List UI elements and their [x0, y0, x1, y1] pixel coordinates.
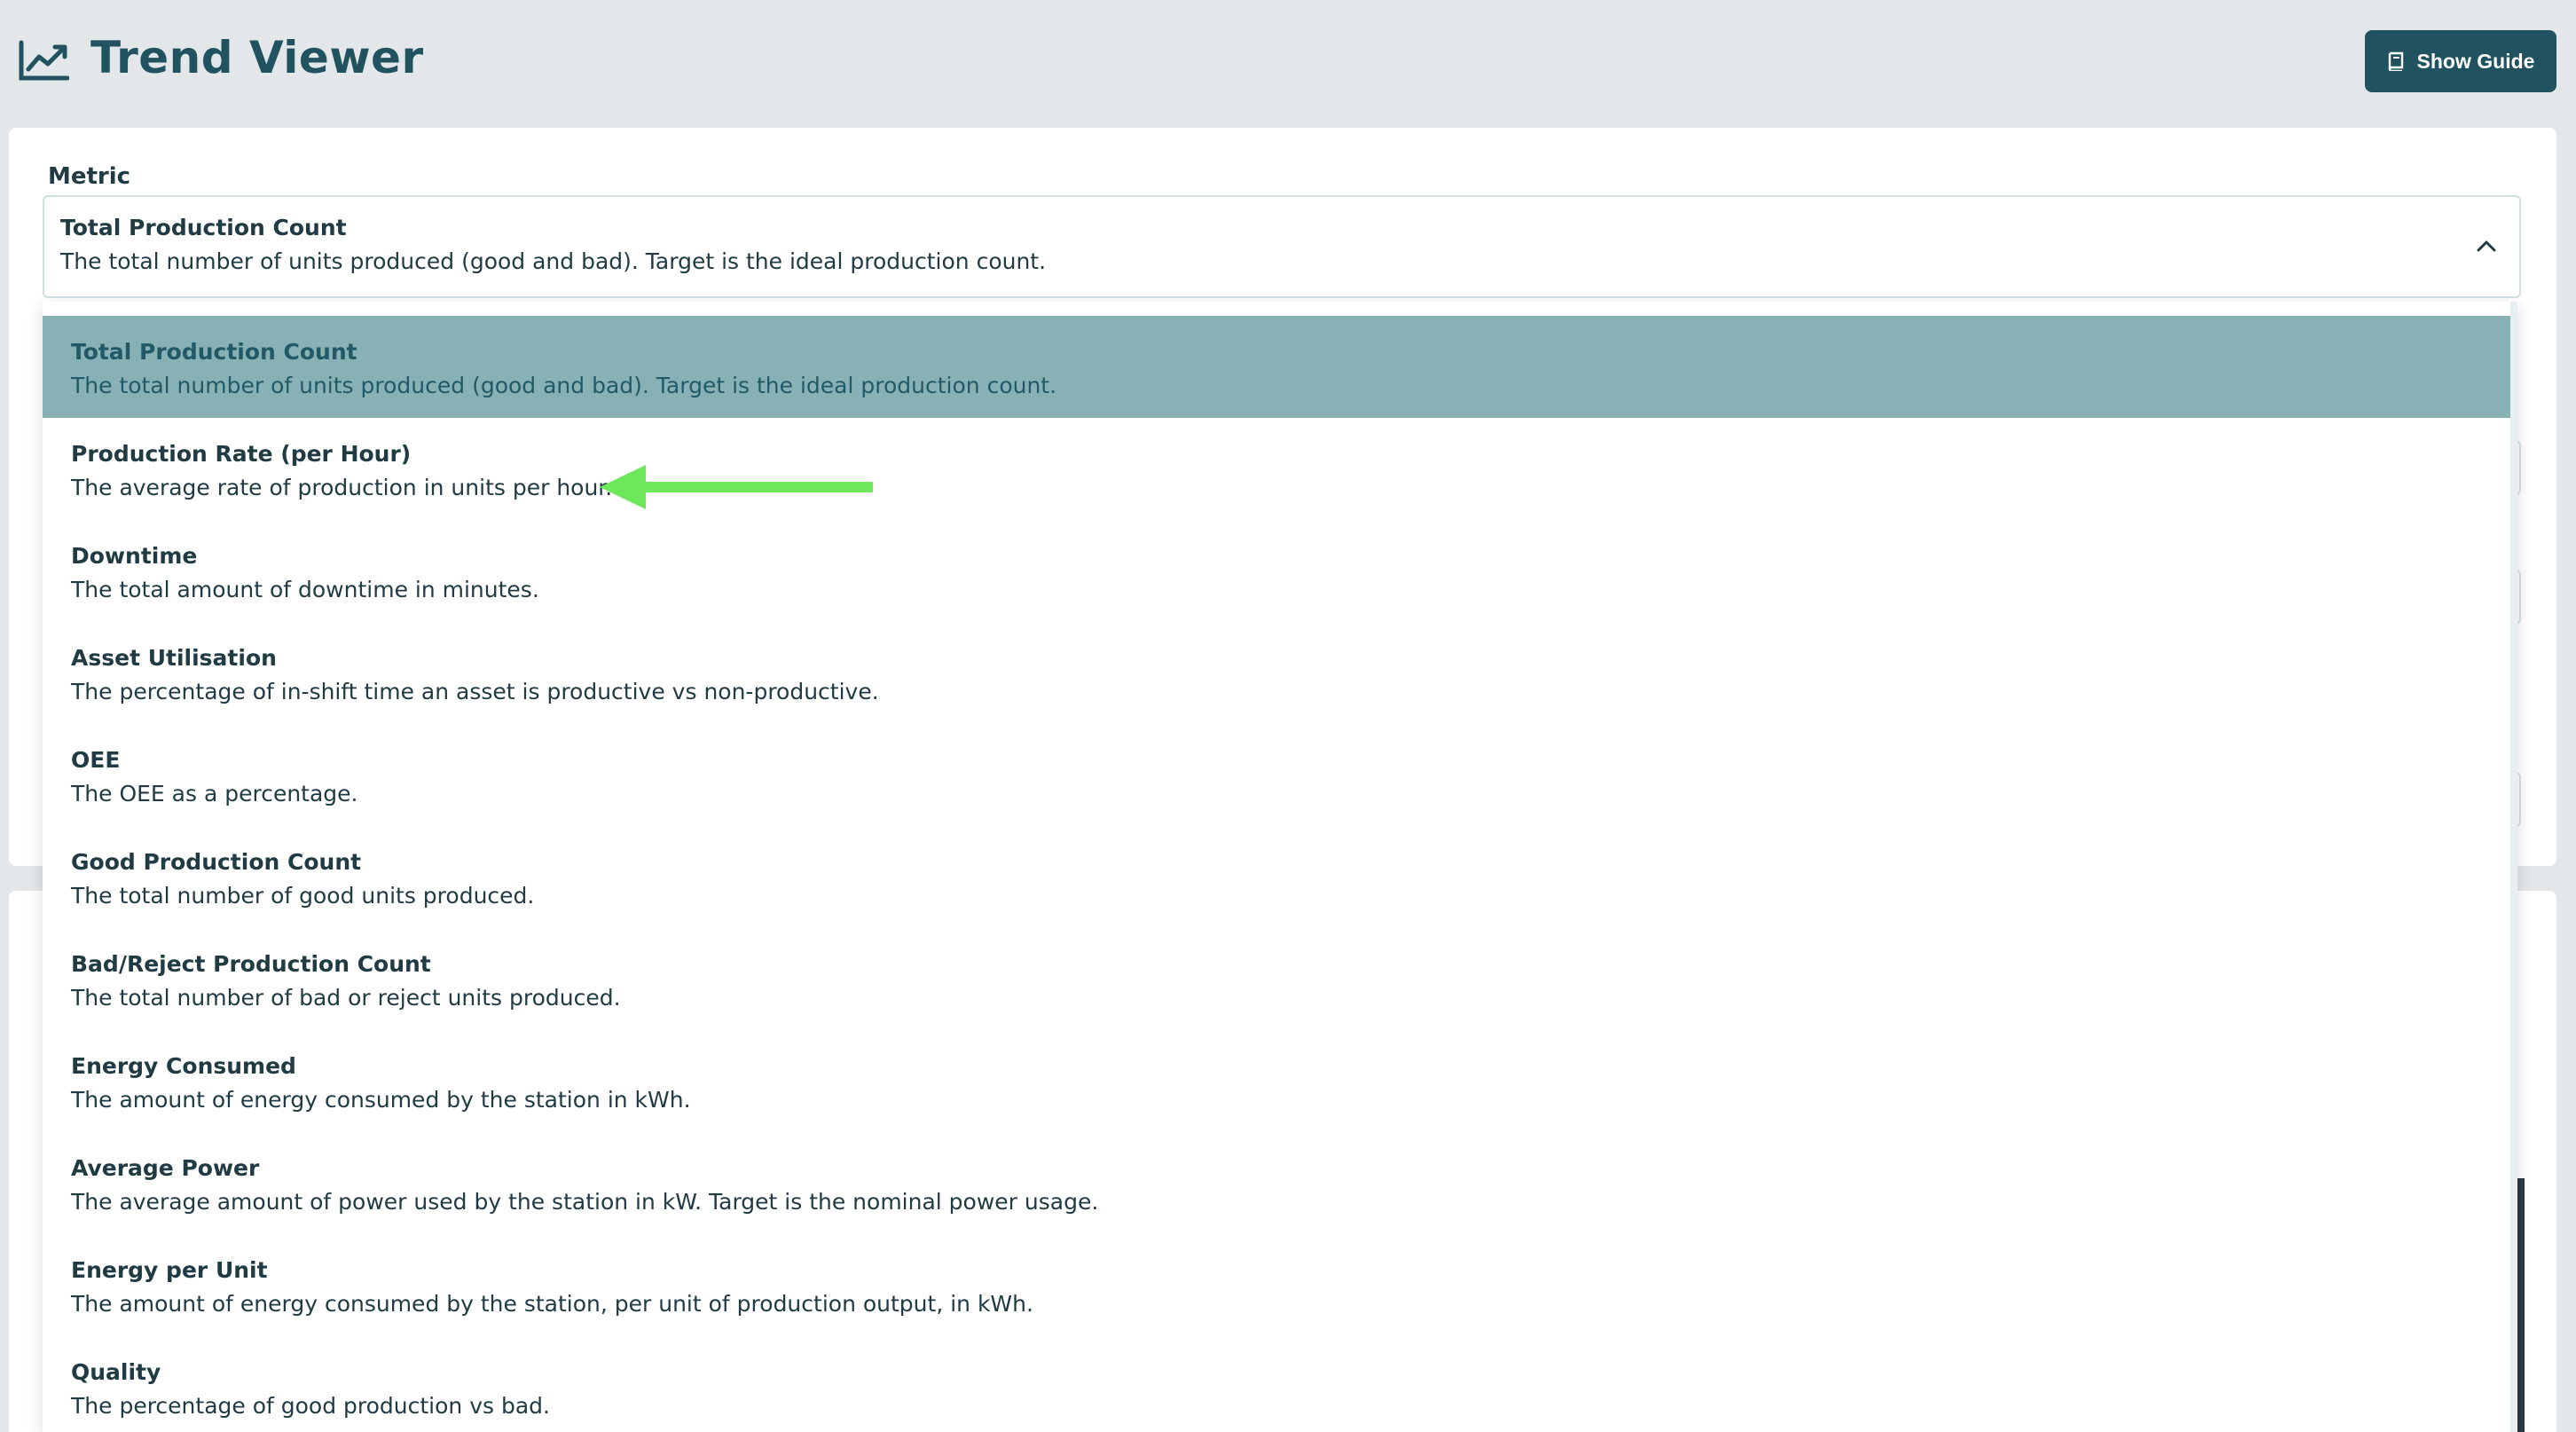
option-description: The amount of energy consumed by the sta…: [71, 1087, 691, 1113]
metric-dropdown-list: Total Production Count The total number …: [43, 302, 2517, 1432]
selected-metric-description: The total number of units produced (good…: [60, 248, 1047, 274]
dropdown-option-asset-utilisation[interactable]: Asset Utilisation The percentage of in-s…: [43, 622, 2510, 724]
dropdown-scrollbar[interactable]: [2510, 302, 2517, 1432]
dropdown-option-good-production-count[interactable]: Good Production Count The total number o…: [43, 826, 2510, 928]
top-bar: Trend Viewer Show Guide: [0, 0, 2576, 124]
dropdown-option-bad-production-count[interactable]: Bad/Reject Production Count The total nu…: [43, 928, 2510, 1030]
option-description: The average amount of power used by the …: [71, 1189, 1099, 1215]
selected-metric-title: Total Production Count: [60, 215, 347, 240]
chevron-up-icon[interactable]: [2473, 232, 2500, 259]
option-description: The average rate of production in units …: [71, 475, 613, 500]
option-description: The percentage of good production vs bad…: [71, 1393, 550, 1419]
dropdown-option-downtime[interactable]: Downtime The total amount of downtime in…: [43, 520, 2510, 622]
page-title: Trend Viewer: [90, 32, 424, 83]
option-title: Total Production Count: [71, 339, 357, 365]
show-guide-label: Show Guide: [2416, 49, 2535, 73]
option-title: OEE: [71, 747, 121, 773]
dropdown-option-energy-per-unit[interactable]: Energy per Unit The amount of energy con…: [43, 1234, 2510, 1336]
dropdown-option-production-rate[interactable]: Production Rate (per Hour) The average r…: [43, 418, 2510, 520]
metric-select[interactable]: Total Production Count The total number …: [43, 195, 2521, 298]
option-title: Good Production Count: [71, 849, 362, 875]
dropdown-option-quality[interactable]: Quality The percentage of good productio…: [43, 1336, 2510, 1432]
option-title: Average Power: [71, 1155, 260, 1181]
option-description: The total number of bad or reject units …: [71, 985, 621, 1011]
option-description: The total amount of downtime in minutes.: [71, 577, 539, 602]
dropdown-option-total-production-count[interactable]: Total Production Count The total number …: [43, 316, 2510, 418]
option-title: Bad/Reject Production Count: [71, 951, 431, 977]
annotation-arrow-icon: [600, 465, 873, 509]
option-description: The total number of units produced (good…: [71, 373, 1057, 398]
option-description: The amount of energy consumed by the sta…: [71, 1291, 1033, 1317]
option-title: Production Rate (per Hour): [71, 441, 412, 467]
option-title: Energy Consumed: [71, 1053, 296, 1079]
metric-label: Metric: [48, 163, 131, 190]
option-description: The total number of good units produced.: [71, 883, 535, 909]
option-title: Quality: [71, 1359, 161, 1385]
book-icon: [2388, 51, 2403, 71]
dropdown-option-average-power[interactable]: Average Power The average amount of powe…: [43, 1132, 2510, 1234]
dropdown-option-energy-consumed[interactable]: Energy Consumed The amount of energy con…: [43, 1030, 2510, 1132]
option-description: The percentage of in-shift time an asset…: [71, 679, 879, 704]
option-title: Asset Utilisation: [71, 645, 277, 671]
option-title: Energy per Unit: [71, 1257, 268, 1283]
dropdown-option-oee[interactable]: OEE The OEE as a percentage.: [43, 724, 2510, 826]
option-title: Downtime: [71, 543, 198, 569]
option-description: The OEE as a percentage.: [71, 781, 358, 806]
show-guide-button[interactable]: Show Guide: [2365, 30, 2556, 92]
line-chart-icon: [19, 40, 69, 81]
